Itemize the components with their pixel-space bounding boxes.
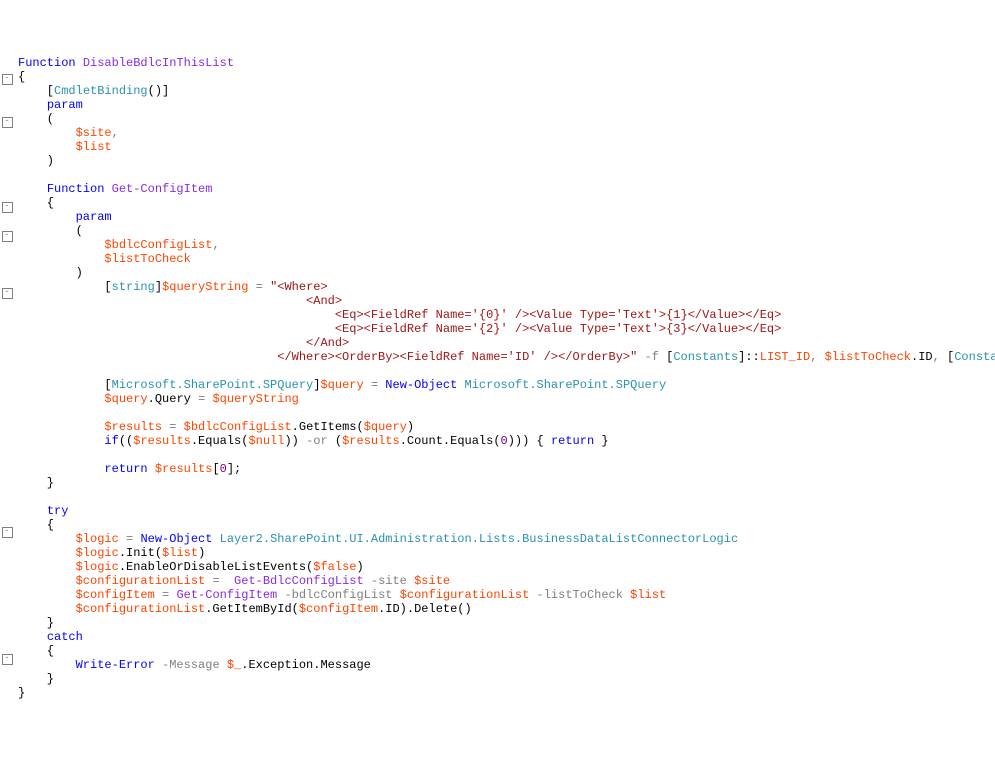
code-line[interactable]: $configItem = Get-ConfigItem -bdlcConfig… [18,588,995,602]
code-line[interactable]: $logic.Init($list) [18,546,995,560]
code-editor[interactable]: - - - - - - - Function DisableBdlcInThis… [0,56,995,707]
fold-toggle[interactable]: - [0,650,14,665]
code-line[interactable]: } [18,686,995,700]
code-line[interactable]: <Eq><FieldRef Name='{2}' /><Value Type='… [18,322,995,336]
code-area[interactable]: Function DisableBdlcInThisList{ [CmdletB… [14,56,995,707]
code-line[interactable]: </Where><OrderBy><FieldRef Name='ID' /><… [18,350,995,364]
gutter-line [0,580,14,594]
gutter-line [0,566,14,580]
gutter-line [0,313,14,327]
gutter-line [0,552,14,566]
code-line[interactable]: $logic = New-Object Layer2.SharePoint.UI… [18,532,995,546]
code-line[interactable] [18,490,995,504]
code-line[interactable]: ) [18,154,995,168]
code-line[interactable]: { [18,196,995,210]
code-line[interactable]: } [18,616,995,630]
gutter-line [0,341,14,355]
gutter-line [0,481,14,495]
code-line[interactable]: $bdlcConfigList, [18,238,995,252]
code-line[interactable]: $listToCheck [18,252,995,266]
code-line[interactable] [18,168,995,182]
gutter-line [0,608,14,622]
gutter-line [0,99,14,113]
fold-toggle[interactable]: - [0,227,14,242]
code-line[interactable]: [CmdletBinding()] [18,84,995,98]
gutter-line [0,256,14,270]
gutter-line [0,453,14,467]
code-line[interactable]: <And> [18,294,995,308]
gutter-line [0,622,14,636]
code-line[interactable]: [string]$queryString = "<Where> [18,280,995,294]
code-line[interactable] [18,448,995,462]
code-line[interactable]: } [18,672,995,686]
gutter-line [0,636,14,650]
code-line[interactable]: ( [18,112,995,126]
gutter-line [0,665,14,679]
gutter-line [0,327,14,341]
code-line[interactable]: $site, [18,126,995,140]
gutter-line [0,142,14,156]
gutter-line [0,170,14,184]
gutter-line [0,56,14,70]
gutter-line [0,411,14,425]
gutter-line [0,242,14,256]
fold-toggle[interactable]: - [0,523,14,538]
code-line[interactable]: $list [18,140,995,154]
code-line[interactable]: param [18,98,995,112]
fold-toggle[interactable]: - [0,70,14,85]
code-line[interactable]: Write-Error -Message $_.Exception.Messag… [18,658,995,672]
gutter-line [0,270,14,284]
fold-gutter[interactable]: - - - - - - - [0,56,14,707]
gutter-line [0,85,14,99]
gutter-line [0,355,14,369]
gutter-line [0,693,14,707]
code-line[interactable]: ( [18,224,995,238]
code-line[interactable]: { [18,518,995,532]
code-line[interactable]: return $results[0]; [18,462,995,476]
code-line[interactable]: $results = $bdlcConfigList.GetItems($que… [18,420,995,434]
code-line[interactable]: <Eq><FieldRef Name='{0}' /><Value Type='… [18,308,995,322]
code-line[interactable] [18,406,995,420]
gutter-line [0,397,14,411]
code-line[interactable]: Function DisableBdlcInThisList [18,56,995,70]
gutter-line [0,679,14,693]
code-line[interactable]: $configurationList = Get-BdlcConfigList … [18,574,995,588]
code-line[interactable]: Function Get-ConfigItem [18,182,995,196]
gutter-line [0,369,14,383]
gutter-line [0,425,14,439]
code-line[interactable] [18,364,995,378]
fold-toggle[interactable]: - [0,113,14,128]
code-line[interactable]: { [18,70,995,84]
gutter-line [0,128,14,142]
gutter-line [0,383,14,397]
code-line[interactable]: </And> [18,336,995,350]
code-line[interactable]: $logic.EnableOrDisableListEvents($false) [18,560,995,574]
gutter-line [0,299,14,313]
code-line[interactable]: [Microsoft.SharePoint.SPQuery]$query = N… [18,378,995,392]
code-line[interactable]: if(($results.Equals($null)) -or ($result… [18,434,995,448]
gutter-line [0,495,14,509]
gutter-line [0,213,14,227]
code-line[interactable]: $query.Query = $queryString [18,392,995,406]
gutter-line [0,509,14,523]
gutter-line [0,594,14,608]
gutter-line [0,439,14,453]
code-line[interactable]: ) [18,266,995,280]
code-line[interactable]: param [18,210,995,224]
fold-toggle[interactable]: - [0,198,14,213]
code-line[interactable]: try [18,504,995,518]
code-line[interactable]: catch [18,630,995,644]
fold-toggle[interactable]: - [0,284,14,299]
gutter-line [0,184,14,198]
code-line[interactable]: $configurationList.GetItemById($configIt… [18,602,995,616]
gutter-line [0,538,14,552]
gutter-line [0,467,14,481]
code-line[interactable]: } [18,476,995,490]
code-line[interactable]: { [18,644,995,658]
gutter-line [0,156,14,170]
